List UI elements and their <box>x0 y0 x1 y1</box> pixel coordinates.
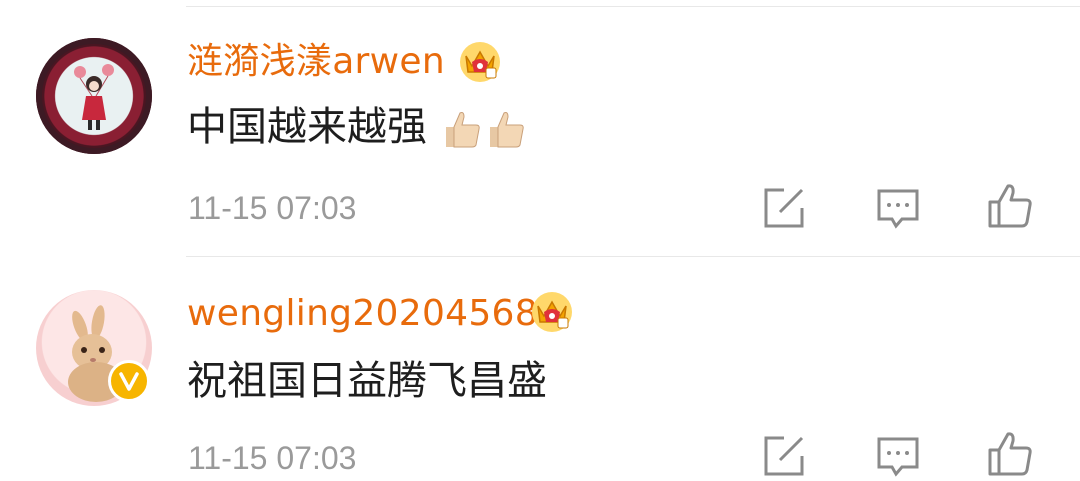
verified-badge-icon <box>108 360 150 402</box>
comment-icon[interactable] <box>874 432 922 480</box>
username[interactable]: 涟漪浅漾arwen <box>187 42 445 82</box>
vip-crown-icon[interactable] <box>458 40 502 84</box>
top-divider <box>186 6 1080 7</box>
comment-icon[interactable] <box>874 184 922 232</box>
thumbs-up-emoji-icon <box>445 112 524 148</box>
vip-crown-icon[interactable] <box>530 290 574 334</box>
timestamp: 11-15 07:03 <box>188 440 356 476</box>
username-text[interactable]: 涟漪浅漾arwen <box>187 41 445 82</box>
timestamp-text: 11-15 07:03 <box>188 190 357 226</box>
username[interactable]: wengling20204568 <box>187 294 538 334</box>
username-text[interactable]: wengling20204568 <box>187 293 538 334</box>
timestamp: 11-15 07:03 <box>188 190 356 226</box>
comment-text-content: 中国越来越强 <box>187 104 427 150</box>
repost-icon[interactable] <box>760 184 808 232</box>
comment-text-content: 祝祖国日益腾飞昌盛 <box>187 358 547 404</box>
like-icon[interactable] <box>986 182 1034 230</box>
repost-icon[interactable] <box>760 432 808 480</box>
comment-text: 中国越来越强 <box>187 104 530 151</box>
girl-illustration-icon <box>74 64 114 130</box>
comment-divider <box>186 256 1080 257</box>
comment-text: 祝祖国日益腾飞昌盛 <box>187 358 547 404</box>
like-icon[interactable] <box>986 430 1034 478</box>
timestamp-text: 11-15 07:03 <box>188 440 357 476</box>
avatar[interactable] <box>36 38 152 154</box>
